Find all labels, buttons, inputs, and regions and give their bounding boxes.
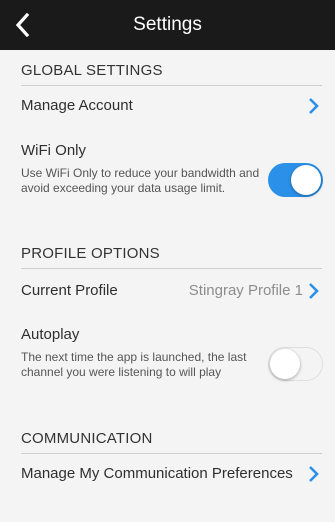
manage-communication-preferences-label: Manage My Communication Preferences <box>21 465 293 482</box>
section-header-global-settings: GLOBAL SETTINGS <box>21 62 322 86</box>
section-header-profile-options: PROFILE OPTIONS <box>21 245 322 269</box>
autoplay-label: Autoplay <box>21 326 80 343</box>
wifi-only-label: WiFi Only <box>21 142 86 159</box>
chevron-right-icon <box>309 466 319 482</box>
manage-communication-preferences-row[interactable]: Manage My Communication Preferences <box>0 456 335 492</box>
chevron-right-icon <box>309 98 319 114</box>
chevron-right-icon <box>309 283 319 299</box>
wifi-only-description: Use WiFi Only to reduce your bandwidth a… <box>21 166 260 195</box>
manage-account-row[interactable]: Manage Account <box>0 88 335 124</box>
toggle-knob <box>270 348 300 379</box>
current-profile-row[interactable]: Current Profile Stingray Profile 1 <box>0 272 335 308</box>
autoplay-description: The next time the app is launched, the l… <box>21 350 247 379</box>
manage-account-label: Manage Account <box>21 97 133 114</box>
current-profile-value: Stingray Profile 1 <box>188 282 303 299</box>
page-title: Settings <box>133 14 202 35</box>
wifi-only-toggle[interactable] <box>268 163 323 197</box>
autoplay-toggle[interactable] <box>268 347 323 381</box>
section-header-communication: COMMUNICATION <box>21 430 322 454</box>
current-profile-label: Current Profile <box>21 282 118 299</box>
top-bar: Settings <box>0 0 335 50</box>
toggle-knob <box>291 165 321 195</box>
